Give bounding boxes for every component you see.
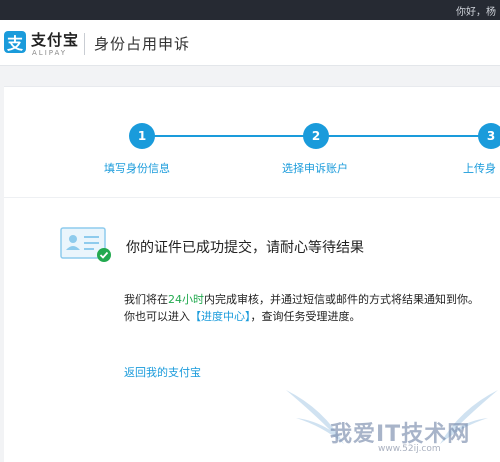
progress-info-line: 你也可以进入【进度中心】，查询任务受理进度。: [124, 308, 361, 324]
step-1-label: 填写身份信息: [104, 162, 170, 175]
page-title: 身份占用申诉: [94, 35, 191, 53]
logo-mark: 支: [6, 34, 23, 53]
top-bar: 你好，杨: [0, 0, 500, 20]
step-3-label: 上传身: [463, 162, 496, 175]
success-title: 你的证件已成功提交，请耐心等待结果: [126, 240, 364, 256]
step-2-label: 选择申诉账户: [282, 162, 348, 175]
progress-text-after: ，查询任务受理进度。: [250, 310, 361, 323]
user-greeting[interactable]: 你好，杨: [456, 3, 496, 18]
logo-name-en: ALIPAY: [32, 49, 68, 57]
review-text-after: 内完成审核，并通过短信或邮件的方式将结果通知到你。: [204, 293, 479, 306]
progress-center-link[interactable]: 【进度中心】: [190, 310, 251, 323]
id-card-success-icon: [60, 227, 111, 262]
review-time-highlight: 24小时: [168, 293, 204, 306]
header-divider: [84, 33, 85, 55]
step-2-circle: 2: [303, 123, 329, 149]
back-to-alipay-link[interactable]: 返回我的支付宝: [124, 364, 201, 380]
progress-text-before: 你也可以进入: [124, 310, 190, 323]
logo-name[interactable]: 支付宝: [31, 29, 79, 50]
alipay-logo-icon[interactable]: 支: [4, 31, 26, 53]
step-1-circle: 1: [129, 123, 155, 149]
header: 支 支付宝 ALIPAY 身份占用申诉: [0, 20, 500, 66]
watermark-url: www.52ij.com: [378, 444, 441, 454]
review-text-before: 我们将在: [124, 293, 168, 306]
review-info-line: 我们将在24小时内完成审核，并通过短信或邮件的方式将结果通知到你。: [124, 291, 479, 307]
step-3-circle: 3: [478, 123, 500, 149]
progress-steps: 1 填写身份信息 2 选择申诉账户 3 上传身: [4, 87, 500, 198]
